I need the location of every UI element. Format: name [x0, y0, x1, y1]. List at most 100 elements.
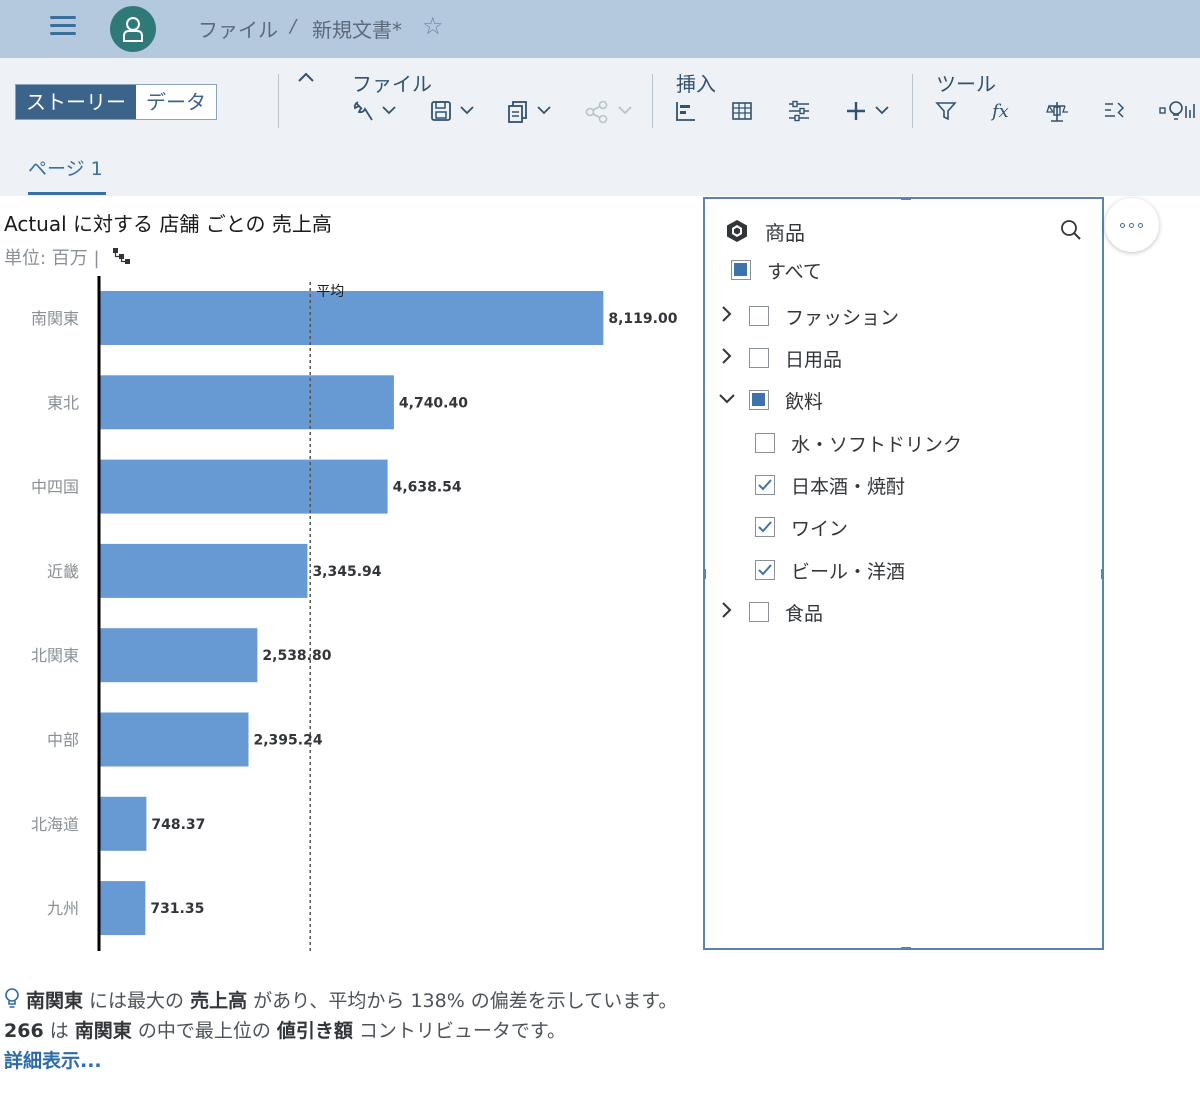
- filter-panel-title: 商品: [765, 221, 805, 245]
- insight-text: には最大の: [83, 990, 191, 1012]
- category-label: 東北: [47, 393, 79, 412]
- filter-member-row[interactable]: ビール・洋酒: [755, 555, 905, 585]
- resize-handle-left[interactable]: [703, 569, 706, 579]
- resize-handle-top[interactable]: [901, 197, 911, 200]
- show-details-link[interactable]: 詳細表示...: [4, 1046, 102, 1073]
- filter-member-label: ファッション: [785, 306, 900, 329]
- category-label: 九州: [47, 899, 79, 918]
- chevron-right-icon[interactable]: [717, 346, 739, 370]
- filter-member-row[interactable]: ワイン: [755, 512, 848, 542]
- filter-checkbox[interactable]: [755, 517, 775, 537]
- document-title: 新規文書*: [312, 18, 402, 42]
- chevron-down-icon[interactable]: [617, 104, 633, 116]
- category-label: 近畿: [47, 562, 79, 581]
- data-label: 2,395.24: [254, 733, 323, 749]
- chart-unit-label: 単位: 百万: [4, 248, 88, 269]
- copy-icon[interactable]: [507, 100, 529, 124]
- category-label: 南関東: [31, 309, 79, 328]
- data-label: 2,538.80: [262, 648, 331, 664]
- filter-member-row[interactable]: 日本酒・焼酎: [755, 470, 905, 500]
- bar[interactable]: [100, 881, 146, 936]
- chevron-down-icon[interactable]: [717, 388, 739, 412]
- bar[interactable]: [100, 628, 258, 683]
- filter-icon[interactable]: [935, 100, 957, 122]
- average-label: 平均: [316, 284, 344, 300]
- insert-input-control-icon[interactable]: [787, 100, 811, 122]
- bar[interactable]: [100, 796, 147, 851]
- product-filter-panel: 商品 すべてファッション 日用品飲料水・ソフトドリンク 日本酒・焼酎ワインビール・洋…: [703, 197, 1104, 950]
- insert-table-icon[interactable]: [731, 100, 753, 122]
- filter-member-label: 水・ソフトドリンク: [791, 433, 963, 456]
- bar[interactable]: [100, 459, 388, 514]
- filter-checkbox[interactable]: [755, 560, 775, 580]
- chevron-right-icon[interactable]: [717, 600, 739, 624]
- bar[interactable]: [100, 543, 308, 598]
- tab-active-indicator: [28, 192, 106, 195]
- data-label: 4,638.54: [393, 480, 462, 496]
- breadcrumb-file[interactable]: ファイル: [198, 14, 278, 43]
- filter-checkbox[interactable]: [749, 602, 769, 622]
- more-options-button[interactable]: [1105, 198, 1159, 252]
- filter-member-label: ビール・洋酒: [791, 560, 906, 583]
- filter-member-label: 日本酒・焼酎: [791, 475, 906, 498]
- data-label: 3,345.94: [312, 564, 381, 580]
- filter-member-label: 飲料: [785, 390, 824, 413]
- edit-tools-icon[interactable]: [352, 100, 374, 124]
- group-title-insert: 挿入: [676, 72, 716, 96]
- bar[interactable]: [100, 375, 394, 430]
- bar[interactable]: [100, 291, 604, 345]
- filter-checkbox[interactable]: [749, 348, 769, 368]
- favorite-star-icon[interactable]: ☆: [422, 12, 444, 40]
- filter-member-label: 日用品: [785, 348, 843, 371]
- smart-insights-icon[interactable]: [1158, 100, 1198, 124]
- filter-checkbox[interactable]: [755, 475, 775, 495]
- filter-member-row[interactable]: 飲料: [717, 385, 823, 415]
- filter-member-row[interactable]: すべて: [731, 255, 822, 285]
- search-icon[interactable]: [1060, 219, 1082, 241]
- sort-rank-icon[interactable]: [1103, 100, 1127, 122]
- chevron-down-icon[interactable]: [459, 104, 475, 116]
- more-dot: [1138, 223, 1143, 228]
- group-title-file: ファイル: [352, 72, 432, 96]
- checkmark-icon: [758, 521, 772, 533]
- story-button[interactable]: ストーリー: [16, 85, 136, 119]
- insight-text: コントリビュータです。: [352, 1020, 567, 1042]
- filter-checkbox[interactable]: [755, 433, 775, 453]
- chevron-down-icon[interactable]: [874, 104, 890, 116]
- chevron-right-icon[interactable]: [717, 304, 739, 328]
- add-icon[interactable]: [845, 100, 867, 122]
- filter-member-row[interactable]: 日用品: [717, 343, 842, 373]
- checkmark-icon: [758, 564, 772, 576]
- share-icon[interactable]: [585, 100, 609, 124]
- save-icon[interactable]: [430, 100, 452, 122]
- dimension-cube-icon: [727, 220, 747, 242]
- filter-checkbox[interactable]: [749, 390, 769, 410]
- collapse-toolbar-icon[interactable]: [296, 70, 316, 84]
- story-data-toggle: ストーリー データ: [15, 84, 217, 120]
- balance-icon[interactable]: [1046, 100, 1068, 124]
- insight-text: の中で最上位の: [131, 1020, 277, 1042]
- menu-icon[interactable]: [50, 16, 76, 38]
- filter-checkbox[interactable]: [749, 306, 769, 326]
- toolbar-divider: [912, 74, 913, 128]
- filter-member-row[interactable]: ファッション: [717, 301, 899, 331]
- hierarchy-icon[interactable]: [112, 247, 132, 265]
- resize-handle-right[interactable]: [1101, 569, 1104, 579]
- chevron-down-icon[interactable]: [381, 104, 397, 116]
- more-dot: [1129, 223, 1134, 228]
- resize-handle-bottom[interactable]: [901, 947, 911, 950]
- user-avatar[interactable]: [110, 6, 156, 52]
- category-label: 北関東: [31, 646, 79, 665]
- user-icon: [123, 17, 143, 42]
- insert-chart-icon[interactable]: [675, 100, 697, 122]
- svg-text:fx: fx: [990, 101, 1009, 122]
- tab-page-1[interactable]: ページ 1: [28, 154, 103, 181]
- chevron-down-icon[interactable]: [536, 104, 552, 116]
- formula-icon[interactable]: fx: [990, 100, 1014, 122]
- filter-checkbox[interactable]: [731, 260, 751, 280]
- insight-region: 南関東: [74, 1020, 132, 1042]
- data-button[interactable]: データ: [136, 85, 216, 119]
- filter-member-row[interactable]: 水・ソフトドリンク: [755, 428, 962, 458]
- bar[interactable]: [100, 712, 249, 767]
- filter-member-row[interactable]: 食品: [717, 597, 823, 627]
